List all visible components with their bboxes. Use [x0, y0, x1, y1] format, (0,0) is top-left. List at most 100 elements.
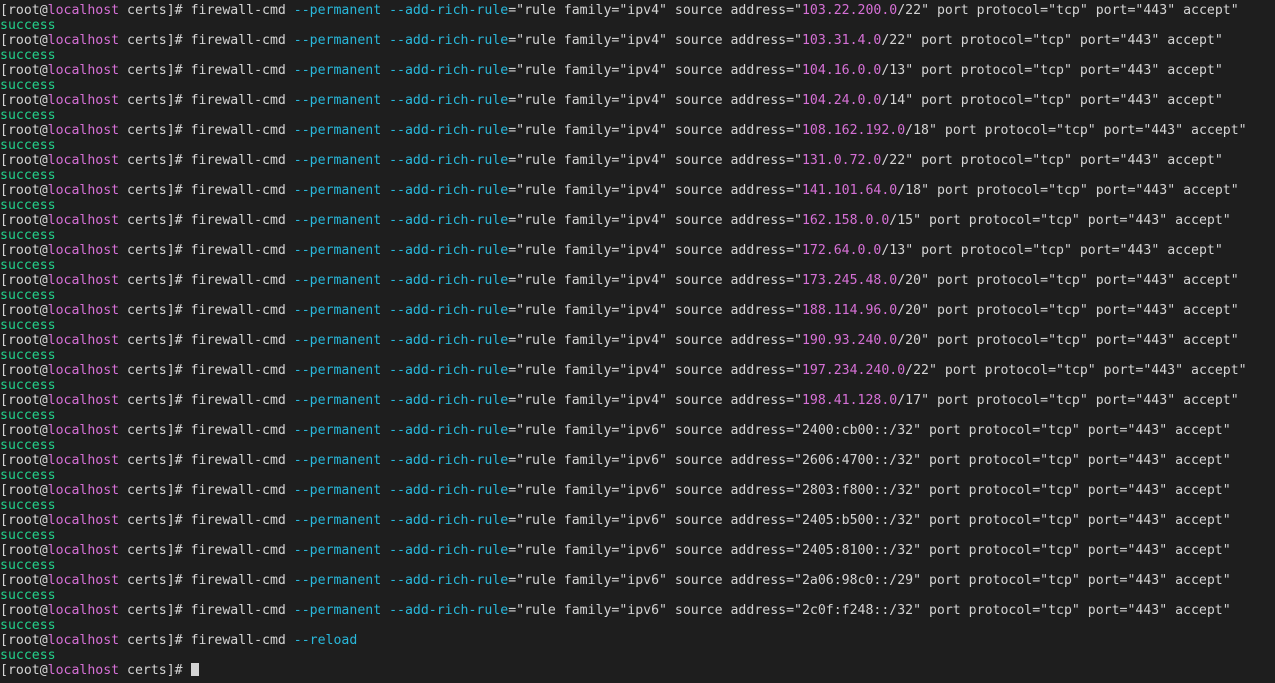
prompt-user: [root@: [0, 513, 48, 528]
rule-prefix: ="rule family="ipv4" source address=": [508, 273, 802, 288]
prompt-user: [root@: [0, 483, 48, 498]
prompt-host: localhost: [47, 423, 120, 438]
flag-permanent: --permanent: [293, 153, 382, 168]
command-line: [root@localhost certs]# firewall-cmd --p…: [0, 603, 1247, 618]
flag-rich-rule: --add-rich-rule: [389, 63, 509, 78]
prompt-host: localhost: [47, 33, 120, 48]
command-line: [root@localhost certs]# firewall-cmd --p…: [0, 453, 1247, 468]
source-address: 173.245.48.0: [801, 273, 898, 288]
prompt-cwd: certs]#: [119, 183, 191, 198]
command-name: firewall-cmd: [190, 333, 294, 348]
output-line: success: [0, 228, 1247, 243]
flag-permanent: --permanent: [293, 333, 382, 348]
success-output: success: [0, 348, 56, 363]
prompt-cwd: certs]#: [119, 213, 191, 228]
source-address: 131.0.72.0: [801, 153, 882, 168]
prompt-cwd: certs]#: [119, 33, 191, 48]
text-cursor[interactable]: [190, 663, 199, 676]
rule-suffix: " port protocol="tcp" port="443" accept": [905, 243, 1223, 258]
prompt-user: [root@: [0, 423, 48, 438]
success-output: success: [0, 258, 56, 273]
source-address: 190.93.240.0: [801, 333, 898, 348]
flag-rich-rule: --add-rich-rule: [389, 213, 509, 228]
prompt-cwd: certs]#: [119, 423, 191, 438]
prompt-user: [root@: [0, 333, 48, 348]
prompt-host: localhost: [47, 543, 120, 558]
command-name: firewall-cmd: [190, 603, 294, 618]
rule-suffix: " port protocol="tcp" port="443" accept": [921, 393, 1239, 408]
flag-permanent: --permanent: [293, 303, 382, 318]
address-prefix: /14: [881, 93, 906, 108]
success-output: success: [0, 228, 56, 243]
command-line: [root@localhost certs]# firewall-cmd --p…: [0, 303, 1247, 318]
source-address: 2803:f800::/32: [801, 483, 914, 498]
command-name: firewall-cmd: [190, 513, 294, 528]
terminal-window[interactable]: [root@localhost certs]# firewall-cmd --p…: [0, 0, 1275, 683]
command-name: firewall-cmd: [190, 273, 294, 288]
flag-permanent: --permanent: [293, 243, 382, 258]
command-name: firewall-cmd: [190, 303, 294, 318]
success-output: success: [0, 618, 56, 633]
flag-rich-rule: --add-rich-rule: [389, 513, 509, 528]
prompt-user: [root@: [0, 633, 48, 648]
flag-rich-rule: --add-rich-rule: [389, 3, 509, 18]
flag-permanent: --permanent: [293, 213, 382, 228]
rule-prefix: ="rule family="ipv6" source address=": [508, 483, 802, 498]
prompt-host: localhost: [47, 513, 120, 528]
command-name: firewall-cmd: [190, 393, 294, 408]
source-address: 108.162.192.0: [801, 123, 906, 138]
flag-rich-rule: --add-rich-rule: [389, 393, 509, 408]
command-line: [root@localhost certs]# firewall-cmd --p…: [0, 273, 1247, 288]
prompt-host: localhost: [47, 63, 120, 78]
prompt-cwd: certs]#: [119, 333, 191, 348]
prompt-user: [root@: [0, 603, 48, 618]
command-line: [root@localhost certs]# firewall-cmd --p…: [0, 93, 1247, 108]
source-address: 2a06:98c0::/29: [801, 573, 914, 588]
rule-prefix: ="rule family="ipv4" source address=": [508, 363, 802, 378]
output-line: success: [0, 18, 1247, 33]
command-line: [root@localhost certs]# firewall-cmd --p…: [0, 213, 1247, 228]
prompt-host: localhost: [47, 213, 120, 228]
success-output: success: [0, 528, 56, 543]
rule-prefix: ="rule family="ipv6" source address=": [508, 603, 802, 618]
prompt-host: localhost: [47, 303, 120, 318]
prompt-cwd: certs]#: [119, 123, 191, 138]
success-output: success: [0, 438, 56, 453]
prompt-user: [root@: [0, 393, 48, 408]
prompt-user: [root@: [0, 33, 48, 48]
source-address: 104.16.0.0: [801, 63, 882, 78]
output-line: success: [0, 558, 1247, 573]
prompt-cwd: certs]#: [119, 603, 191, 618]
rule-prefix: ="rule family="ipv4" source address=": [508, 3, 802, 18]
flag-rich-rule: --add-rich-rule: [389, 543, 509, 558]
flag-permanent: --permanent: [293, 423, 382, 438]
rule-prefix: ="rule family="ipv4" source address=": [508, 63, 802, 78]
prompt-user: [root@: [0, 153, 48, 168]
address-prefix: /22: [881, 153, 906, 168]
prompt-host: localhost: [47, 333, 120, 348]
command-name: firewall-cmd: [190, 243, 294, 258]
command-name: firewall-cmd: [190, 453, 294, 468]
command-name: firewall-cmd: [190, 63, 294, 78]
prompt-user: [root@: [0, 3, 48, 18]
flag-rich-rule: --add-rich-rule: [389, 423, 509, 438]
source-address: 2405:b500::/32: [801, 513, 914, 528]
source-address: 162.158.0.0: [801, 213, 890, 228]
prompt-user: [root@: [0, 663, 48, 678]
prompt-cwd: certs]#: [119, 633, 191, 648]
flag-rich-rule: --add-rich-rule: [389, 483, 509, 498]
prompt-cwd: certs]#: [119, 273, 191, 288]
command-name: firewall-cmd: [190, 363, 294, 378]
rule-prefix: ="rule family="ipv6" source address=": [508, 423, 802, 438]
address-prefix: /20: [897, 303, 922, 318]
success-output: success: [0, 408, 56, 423]
prompt-cwd: certs]#: [119, 483, 191, 498]
